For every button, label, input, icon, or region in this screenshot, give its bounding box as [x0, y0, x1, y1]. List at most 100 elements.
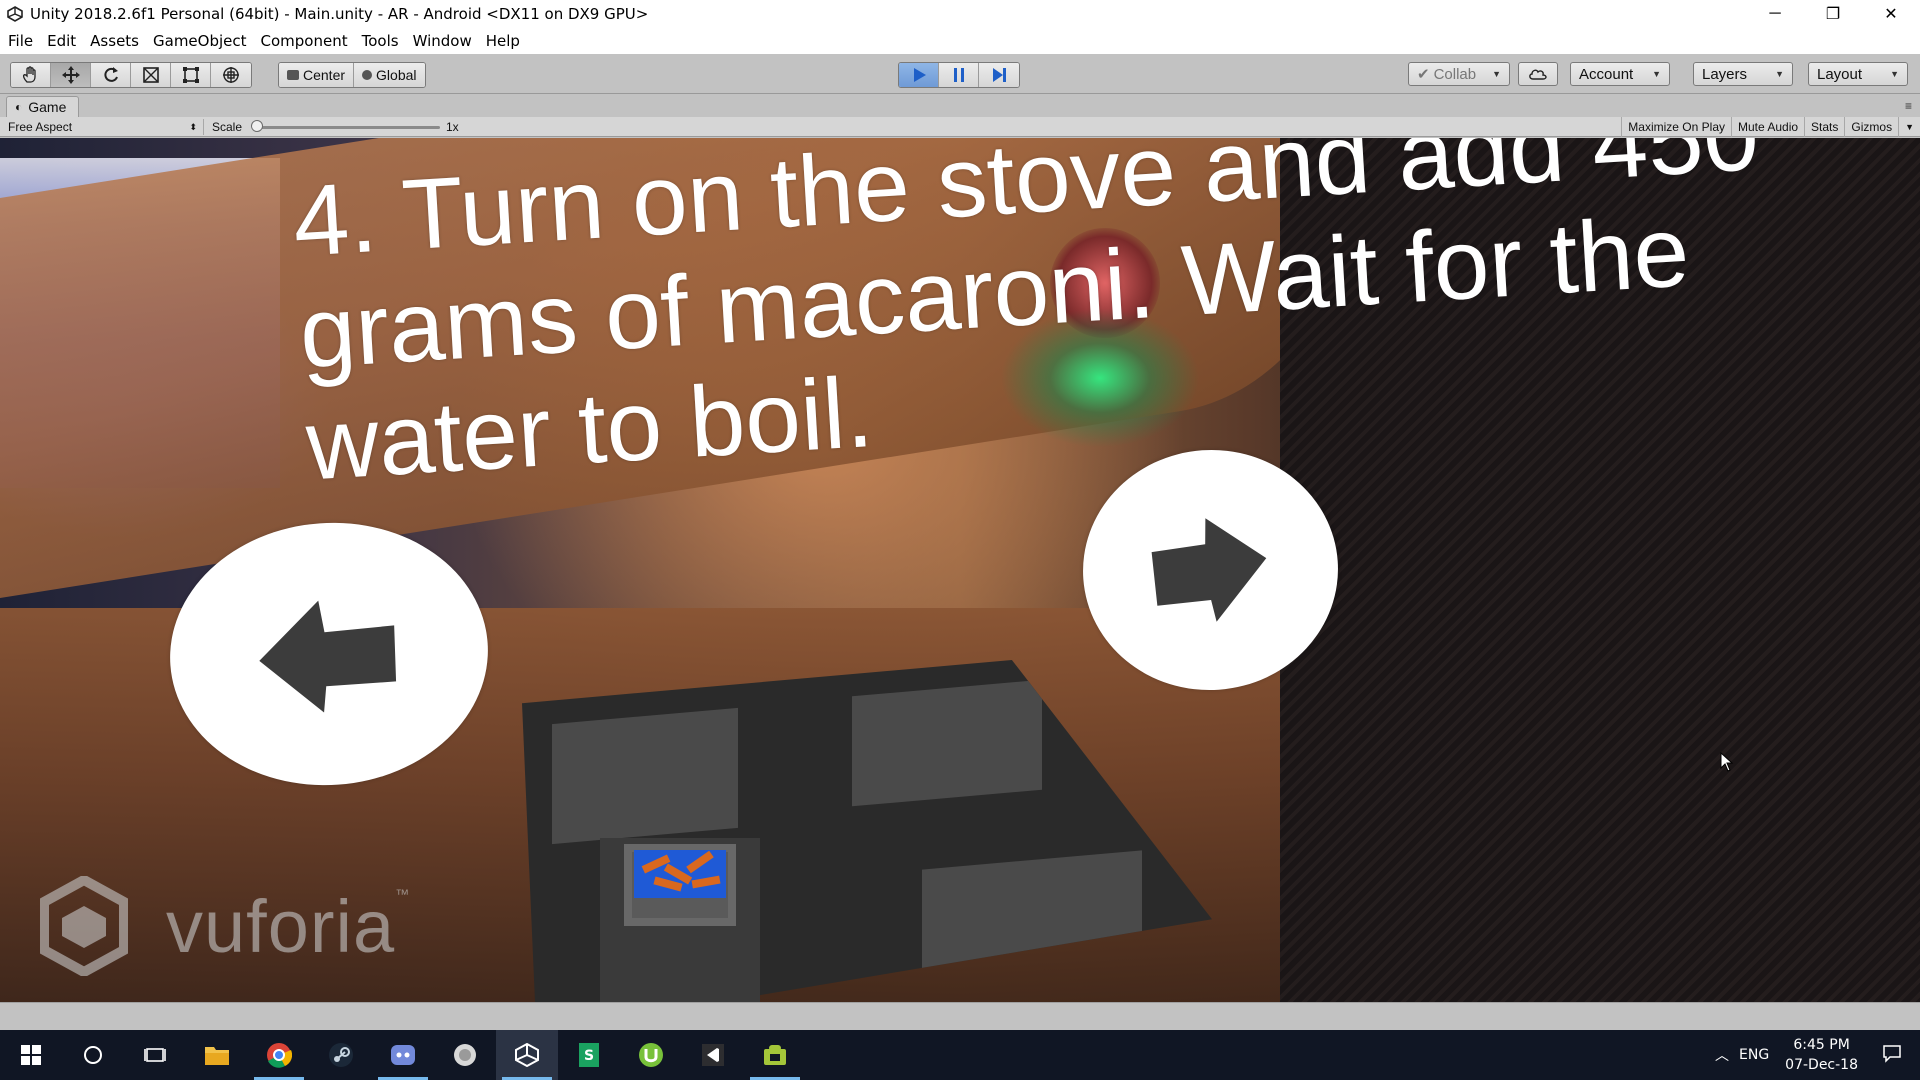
- step-button[interactable]: [979, 63, 1019, 87]
- aspect-caret-icon: ⬍: [189, 121, 197, 132]
- menu-gameobject[interactable]: GameObject: [153, 32, 247, 50]
- cortana-icon[interactable]: [62, 1030, 124, 1080]
- play-button[interactable]: [899, 63, 939, 87]
- menu-window[interactable]: Window: [413, 32, 472, 50]
- aspect-dropdown[interactable]: Free Aspect ⬍: [8, 119, 204, 135]
- layout-dropdown[interactable]: Layout ▼: [1808, 62, 1908, 86]
- steam-icon[interactable]: [310, 1030, 372, 1080]
- mouse-cursor-icon: [1720, 752, 1734, 772]
- menu-component[interactable]: Component: [261, 32, 348, 50]
- clock-date: 07-Dec-18: [1785, 1057, 1858, 1073]
- collab-check-icon: ✔: [1417, 66, 1430, 83]
- unity-logo-icon: [6, 5, 24, 23]
- window-title: Unity 2018.2.6f1 Personal (64bit) - Main…: [30, 5, 649, 23]
- menu-file[interactable]: File: [8, 32, 33, 50]
- title-bar: Unity 2018.2.6f1 Personal (64bit) - Main…: [0, 0, 1920, 28]
- clock[interactable]: 6:45 PM 07-Dec-18: [1785, 1035, 1858, 1075]
- vuforia-watermark: vuforia ™: [40, 876, 409, 976]
- android-icon[interactable]: [744, 1030, 806, 1080]
- pause-button[interactable]: [939, 63, 979, 87]
- pivot-center-button[interactable]: Center: [279, 63, 355, 87]
- gizmos-toggle[interactable]: Gizmos: [1844, 117, 1898, 137]
- pivot-global-icon: [362, 70, 373, 80]
- app-icon[interactable]: [434, 1030, 496, 1080]
- playback-controls: [898, 62, 1020, 88]
- vuforia-logo-icon: [40, 876, 128, 976]
- layers-dropdown[interactable]: Layers ▼: [1693, 62, 1793, 86]
- collab-label: Collab: [1433, 65, 1477, 83]
- game-tab[interactable]: ◐ Game: [6, 96, 80, 117]
- pivot-global-label: Global: [376, 67, 417, 83]
- scale-value: 1x: [446, 120, 459, 134]
- file-explorer-icon[interactable]: [186, 1030, 248, 1080]
- game-view-toolbar: Free Aspect ⬍ Scale 1x Maximize On Play …: [0, 117, 1920, 137]
- pivot-center-label: Center: [303, 67, 346, 83]
- transform-tools: [10, 62, 252, 88]
- discord-icon[interactable]: [372, 1030, 434, 1080]
- notification-icon[interactable]: [1882, 1043, 1902, 1067]
- chrome-icon[interactable]: [248, 1030, 310, 1080]
- collab-dropdown[interactable]: ✔ Collab ▼: [1408, 62, 1510, 86]
- layers-caret-icon: ▼: [1775, 69, 1784, 79]
- visual-studio-icon[interactable]: [682, 1030, 744, 1080]
- minimize-button[interactable]: ─: [1746, 0, 1804, 28]
- windows-taskbar: S ︿ ENG 6:45 PM 07-Dec-18: [0, 1030, 1920, 1080]
- arrow-left-icon: [259, 600, 397, 713]
- vuforia-watermark-text: vuforia: [166, 884, 396, 968]
- pot-water: [634, 850, 726, 898]
- status-bar: [0, 1002, 1920, 1030]
- game-tab-row: ◐ Game ≡: [0, 95, 1920, 117]
- menu-assets[interactable]: Assets: [90, 32, 139, 50]
- scale-slider-track[interactable]: [254, 126, 440, 129]
- pivot-center-icon: [287, 70, 299, 80]
- clock-time: 6:45 PM: [1793, 1037, 1850, 1053]
- menu-tools[interactable]: Tools: [362, 32, 399, 50]
- aspect-label: Free Aspect: [8, 120, 73, 134]
- language-indicator[interactable]: ENG: [1739, 1047, 1769, 1063]
- chevron-up-icon[interactable]: ︿: [1715, 1045, 1729, 1065]
- sheets-icon[interactable]: S: [558, 1030, 620, 1080]
- hand-tool-icon[interactable]: [11, 63, 51, 87]
- unity-icon[interactable]: [496, 1030, 558, 1080]
- layout-caret-icon: ▼: [1890, 69, 1899, 79]
- account-caret-icon: ▼: [1652, 69, 1661, 79]
- account-dropdown[interactable]: Account ▼: [1570, 62, 1670, 86]
- arrow-right-icon: [1151, 518, 1266, 622]
- game-tab-label: Game: [28, 99, 67, 115]
- tab-menu-icon[interactable]: ≡: [1905, 99, 1912, 113]
- stove-burner: [552, 707, 738, 845]
- layers-label: Layers: [1702, 65, 1748, 83]
- game-view[interactable]: 4. Turn on the stove and add 450 grams o…: [0, 138, 1920, 1002]
- windows-start-icon[interactable]: [0, 1030, 62, 1080]
- collab-caret-icon: ▼: [1492, 69, 1501, 79]
- pivot-global-button[interactable]: Global: [354, 63, 425, 87]
- pivot-controls: Center Global: [278, 62, 426, 88]
- maximize-button[interactable]: ❐: [1804, 0, 1862, 28]
- maximize-on-play-toggle[interactable]: Maximize On Play: [1621, 117, 1731, 137]
- system-tray: ︿ ENG 6:45 PM 07-Dec-18: [1715, 1030, 1920, 1080]
- cloud-icon: [1529, 69, 1547, 80]
- utorrent-icon[interactable]: [620, 1030, 682, 1080]
- vuforia-trademark: ™: [395, 886, 410, 902]
- stats-toggle[interactable]: Stats: [1804, 117, 1844, 137]
- stove-burner: [852, 679, 1042, 807]
- rotate-tool-icon[interactable]: [91, 63, 131, 87]
- game-tab-icon: ◐: [15, 100, 23, 114]
- transform-tool-icon[interactable]: [211, 63, 251, 87]
- menu-help[interactable]: Help: [486, 32, 520, 50]
- scale-label: Scale: [212, 120, 243, 134]
- gizmos-caret-icon[interactable]: ▼: [1898, 117, 1920, 137]
- scale-tool-icon[interactable]: [131, 63, 171, 87]
- move-tool-icon[interactable]: [51, 63, 91, 87]
- task-view-icon[interactable]: [124, 1030, 186, 1080]
- close-button[interactable]: ✕: [1862, 0, 1920, 28]
- svg-text:S: S: [584, 1048, 594, 1064]
- cloud-button[interactable]: [1518, 62, 1558, 86]
- layout-label: Layout: [1817, 65, 1863, 83]
- rect-tool-icon[interactable]: [171, 63, 211, 87]
- account-label: Account: [1579, 65, 1634, 83]
- menu-bar: File Edit Assets GameObject Component To…: [0, 28, 1920, 54]
- mute-audio-toggle[interactable]: Mute Audio: [1731, 117, 1804, 137]
- scale-slider-handle[interactable]: [251, 120, 263, 132]
- menu-edit[interactable]: Edit: [47, 32, 76, 50]
